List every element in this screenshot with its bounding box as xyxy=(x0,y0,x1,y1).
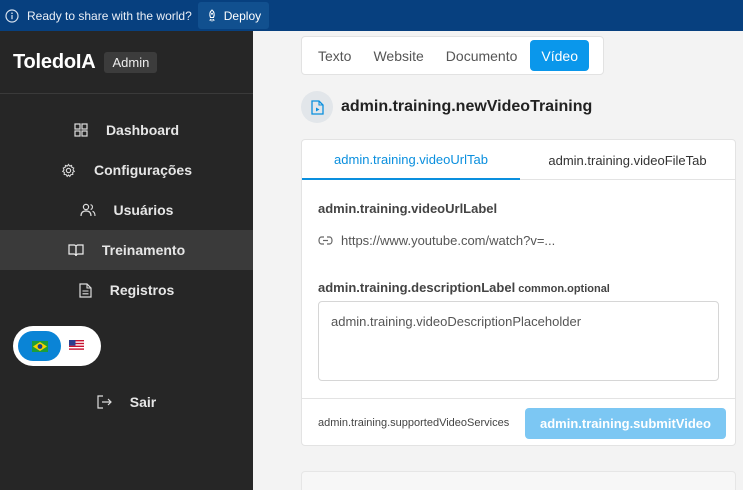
tab-texto[interactable]: Texto xyxy=(307,40,362,71)
tab-documento[interactable]: Documento xyxy=(435,40,529,71)
logout-button[interactable]: Sair xyxy=(0,382,253,422)
sidebar-item-configuracoes[interactable]: Configurações xyxy=(0,150,253,190)
description-label-text: admin.training.descriptionLabel xyxy=(318,280,516,295)
brazil-flag-icon xyxy=(31,340,48,352)
supported-services-text: admin.training.supportedVideoServices xyxy=(318,417,510,429)
document-icon xyxy=(79,282,92,298)
video-url-placeholder: https://www.youtube.com/watch?v=... xyxy=(341,233,556,248)
card-footer: admin.training.supportedVideoServices ad… xyxy=(302,398,735,445)
admin-badge: Admin xyxy=(104,52,158,73)
dashboard-icon xyxy=(74,123,88,137)
deploy-button[interactable]: Deploy xyxy=(197,2,270,29)
secondary-card xyxy=(301,471,736,490)
rocket-icon xyxy=(209,9,215,22)
users-icon xyxy=(79,203,96,217)
brand: ToledoIA Admin xyxy=(13,51,158,74)
tab-website[interactable]: Website xyxy=(362,40,434,71)
submit-video-button[interactable]: admin.training.submitVideo xyxy=(525,408,726,439)
deploy-label: Deploy xyxy=(223,8,262,23)
sidebar-item-label: Configurações xyxy=(93,162,192,178)
video-file-icon-wrap xyxy=(301,91,333,123)
tab-video-file[interactable]: admin.training.videoFileTab xyxy=(520,140,735,180)
brand-name: ToledoIA xyxy=(13,51,96,73)
sidebar-item-label: Dashboard xyxy=(105,122,180,138)
tab-video[interactable]: Vídeo xyxy=(530,40,589,71)
main-content: Texto Website Documento Vídeo admin.trai… xyxy=(253,31,743,490)
tab-video-url[interactable]: admin.training.videoUrlTab xyxy=(302,140,520,180)
logout-label: Sair xyxy=(129,394,157,410)
us-flag-option[interactable] xyxy=(69,338,84,356)
link-icon xyxy=(318,236,333,245)
deploy-banner: Ready to share with the world? Deploy xyxy=(0,0,743,31)
banner-text: Ready to share with the world? xyxy=(27,8,192,23)
page-header: admin.training.newVideoTraining xyxy=(301,91,592,123)
video-source-tabs: admin.training.videoUrlTab admin.trainin… xyxy=(302,140,735,180)
sidebar-item-registros[interactable]: Registros xyxy=(0,270,253,310)
sidebar-divider xyxy=(0,93,253,94)
optional-hint: common.optional xyxy=(518,283,610,295)
sidebar: ToledoIA Admin Dashboard Configurações U… xyxy=(0,31,253,490)
sidebar-item-label: Treinamento xyxy=(101,242,186,258)
description-placeholder: admin.training.videoDescriptionPlacehold… xyxy=(331,314,582,329)
book-icon xyxy=(68,244,84,257)
description-label: admin.training.descriptionLabel common.op… xyxy=(318,280,610,295)
logout-icon xyxy=(97,395,112,409)
gear-icon xyxy=(61,163,76,177)
video-file-icon xyxy=(310,99,324,115)
info-icon xyxy=(5,8,19,23)
us-flag-icon xyxy=(69,340,84,351)
page-title: admin.training.newVideoTraining xyxy=(341,98,593,115)
sidebar-item-label: Usuários xyxy=(113,202,174,218)
content-type-tabs: Texto Website Documento Vídeo xyxy=(301,36,604,75)
sidebar-item-usuarios[interactable]: Usuários xyxy=(0,190,253,230)
sidebar-item-treinamento[interactable]: Treinamento xyxy=(0,230,253,270)
video-url-label: admin.training.videoUrlLabel xyxy=(318,201,498,216)
description-textarea[interactable]: admin.training.videoDescriptionPlacehold… xyxy=(318,301,719,381)
brazil-flag-option[interactable] xyxy=(18,331,61,361)
video-url-input[interactable]: https://www.youtube.com/watch?v=... xyxy=(318,233,555,248)
sidebar-item-label: Registros xyxy=(109,282,175,298)
sidebar-item-dashboard[interactable]: Dashboard xyxy=(0,110,253,150)
video-form-card: admin.training.videoUrlTab admin.trainin… xyxy=(301,139,736,446)
language-toggle[interactable] xyxy=(13,326,101,366)
